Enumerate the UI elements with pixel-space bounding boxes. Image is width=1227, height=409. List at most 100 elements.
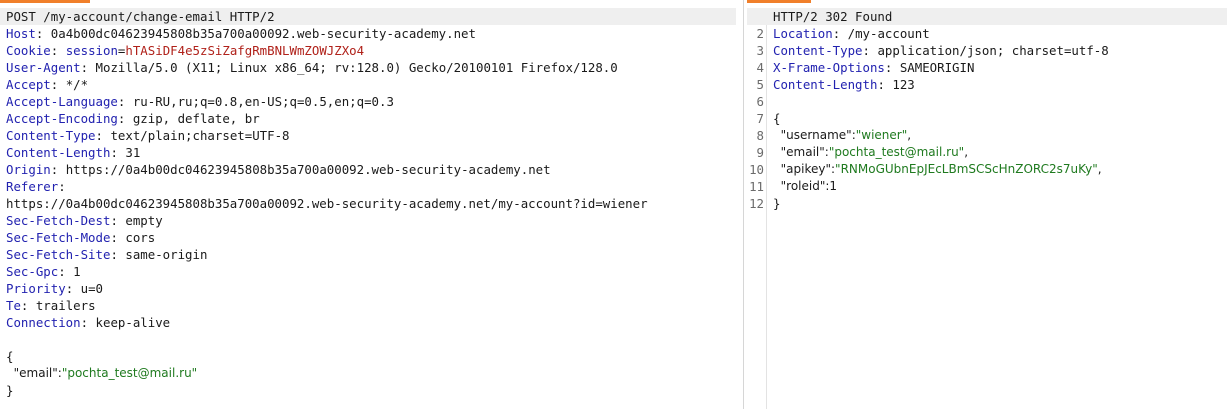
line-number: 12	[749, 196, 764, 211]
request-body-field-email: "email":"pochta_test@mail.ru"	[6, 365, 741, 382]
header-value: keep-alive	[88, 315, 171, 330]
line-number: 7	[756, 111, 764, 126]
header-name: Accept-Encoding	[6, 111, 118, 126]
header-value: u=0	[73, 281, 103, 296]
line-number: 5	[756, 77, 764, 92]
request-text[interactable]: POST /my-account/change-email HTTP/2 Hos…	[0, 8, 741, 399]
header-name: Sec-Fetch-Mode	[6, 230, 111, 245]
response-header-x-frame-options: X-Frame-Options: SAMEORIGIN	[773, 60, 975, 75]
line-number: 8	[756, 128, 764, 143]
response-body-close-brace: }	[773, 195, 1227, 212]
request-header-user-agent: User-Agent: Mozilla/5.0 (X11; Linux x86_…	[6, 60, 618, 75]
json-value: "RNMoGUbnEpJEcLBmSCScHnZORC2s7uKy"	[835, 162, 1098, 176]
header-value: /my-account	[840, 26, 930, 41]
header-value: ru-RU,ru;q=0.8,en-US;q=0.5,en;q=0.3	[125, 94, 394, 109]
request-header-origin: Origin: https://0a4b00dc04623945808b35a7…	[6, 162, 551, 177]
header-value: SAMEORIGIN	[892, 60, 975, 75]
json-key: "email"	[13, 366, 58, 380]
json-comma: ,	[964, 145, 969, 159]
header-name: Priority	[6, 281, 66, 296]
request-header-sec-fetch-mode: Sec-Fetch-Mode: cors	[6, 230, 156, 245]
header-value: trailers	[28, 298, 96, 313]
header-value: */*	[58, 77, 89, 92]
header-value: application/json; charset=utf-8	[870, 43, 1109, 58]
status-line-text: HTTP/2 302 Found	[773, 9, 893, 24]
line-number-gutter: 1 2 3 4 5 6 7 8 9 10 11 12	[747, 8, 767, 409]
header-name: User-Agent	[6, 60, 81, 75]
request-header-accept-encoding: Accept-Encoding: gzip, deflate, br	[6, 111, 260, 126]
request-header-referer: Referer:	[6, 179, 66, 194]
header-value: gzip, deflate, br	[125, 111, 260, 126]
json-brace: }	[773, 196, 781, 211]
header-value: https://0a4b00dc04623945808b35a700a00092…	[58, 162, 551, 177]
json-value: 1	[829, 179, 838, 193]
response-status-line: HTTP/2 302 Found	[747, 8, 1227, 25]
response-body-field-email: "email":"pochta_test@mail.ru",	[780, 145, 969, 159]
json-value: "pochta_test@mail.ru"	[61, 366, 198, 380]
header-name: Content-Length	[773, 77, 878, 92]
line-number: 9	[756, 145, 764, 160]
request-header-cookie: Cookie: session=hTASiDF4e5zSiZafgRmBNLWm…	[6, 43, 365, 58]
response-body-field-apikey: "apikey":"RNMoGUbnEpJEcLBmSCScHnZORC2s7u…	[780, 162, 1102, 176]
line-number: 2	[756, 26, 764, 41]
header-value: 0a4b00dc04623945808b35a700a00092.web-sec…	[43, 26, 476, 41]
response-blank-line	[773, 93, 1227, 110]
header-name: Accept	[6, 77, 51, 92]
response-text[interactable]: HTTP/2 302 Found Location: /my-account C…	[747, 8, 1227, 212]
response-header-content-type: Content-Type: application/json; charset=…	[773, 43, 1109, 58]
header-value: https://0a4b00dc04623945808b35a700a00092…	[6, 196, 648, 211]
json-key: "roleid"	[780, 179, 826, 193]
header-name: Te	[6, 298, 21, 313]
header-name: Sec-Gpc	[6, 264, 59, 279]
response-body-open-brace: {	[773, 110, 1227, 127]
header-value: empty	[117, 213, 163, 228]
request-header-accept-language: Accept-Language: ru-RU,ru;q=0.8,en-US;q=…	[6, 94, 394, 109]
json-brace: {	[6, 349, 14, 364]
cookie-value: hTASiDF4e5zSiZafgRmBNLWmZOWJZXo4	[125, 43, 365, 58]
json-comma: ,	[907, 128, 912, 142]
response-viewer[interactable]: 1 2 3 4 5 6 7 8 9 10 11 12 HTTP/2 302 Fo…	[747, 0, 1227, 409]
request-body-close-brace: }	[6, 382, 741, 399]
splitter-line	[743, 0, 744, 409]
request-blank-line	[6, 331, 741, 348]
json-key: "email"	[780, 145, 825, 159]
request-line-text: POST /my-account/change-email HTTP/2	[6, 9, 275, 24]
request-header-sec-fetch-site: Sec-Fetch-Site: same-origin	[6, 247, 208, 262]
header-name: Location	[773, 26, 833, 41]
header-name: Sec-Fetch-Dest	[6, 213, 111, 228]
header-name: Origin	[6, 162, 51, 177]
request-header-priority: Priority: u=0	[6, 281, 103, 296]
request-header-accept: Accept: */*	[6, 77, 89, 92]
header-value: text/plain;charset=UTF-8	[103, 128, 290, 143]
request-header-content-type: Content-Type: text/plain;charset=UTF-8	[6, 128, 290, 143]
json-key: "apikey"	[780, 162, 831, 176]
cookie-name: session	[58, 43, 118, 58]
header-value: cors	[117, 230, 156, 245]
header-value: 123	[884, 77, 915, 92]
request-header-connection: Connection: keep-alive	[6, 315, 171, 330]
header-name: Content-Length	[6, 145, 111, 160]
json-value: "wiener"	[855, 128, 908, 142]
json-comma: ,	[1097, 162, 1102, 176]
header-name: Connection	[6, 315, 81, 330]
json-brace: {	[773, 111, 781, 126]
line-number: 3	[756, 43, 764, 58]
line-number: 11	[749, 179, 764, 194]
header-value: 1	[65, 264, 81, 279]
header-name: Content-Type	[6, 128, 96, 143]
response-header-location: Location: /my-account	[773, 26, 930, 41]
header-name: Sec-Fetch-Site	[6, 247, 111, 262]
line-number: 4	[756, 60, 764, 75]
request-header-sec-fetch-dest: Sec-Fetch-Dest: empty	[6, 213, 163, 228]
request-header-te: Te: trailers	[6, 298, 96, 313]
json-key: "username"	[780, 128, 852, 142]
request-header-content-length: Content-Length: 31	[6, 145, 141, 160]
header-name: Host	[6, 26, 36, 41]
request-editor[interactable]: POST /my-account/change-email HTTP/2 Hos…	[0, 0, 741, 409]
request-line: POST /my-account/change-email HTTP/2	[0, 8, 736, 25]
header-name: Content-Type	[773, 43, 863, 58]
request-header-referer-continued: https://0a4b00dc04623945808b35a700a00092…	[6, 195, 741, 212]
header-name: Cookie	[6, 43, 51, 58]
line-number: 10	[749, 162, 764, 177]
header-name: X-Frame-Options	[773, 60, 885, 75]
